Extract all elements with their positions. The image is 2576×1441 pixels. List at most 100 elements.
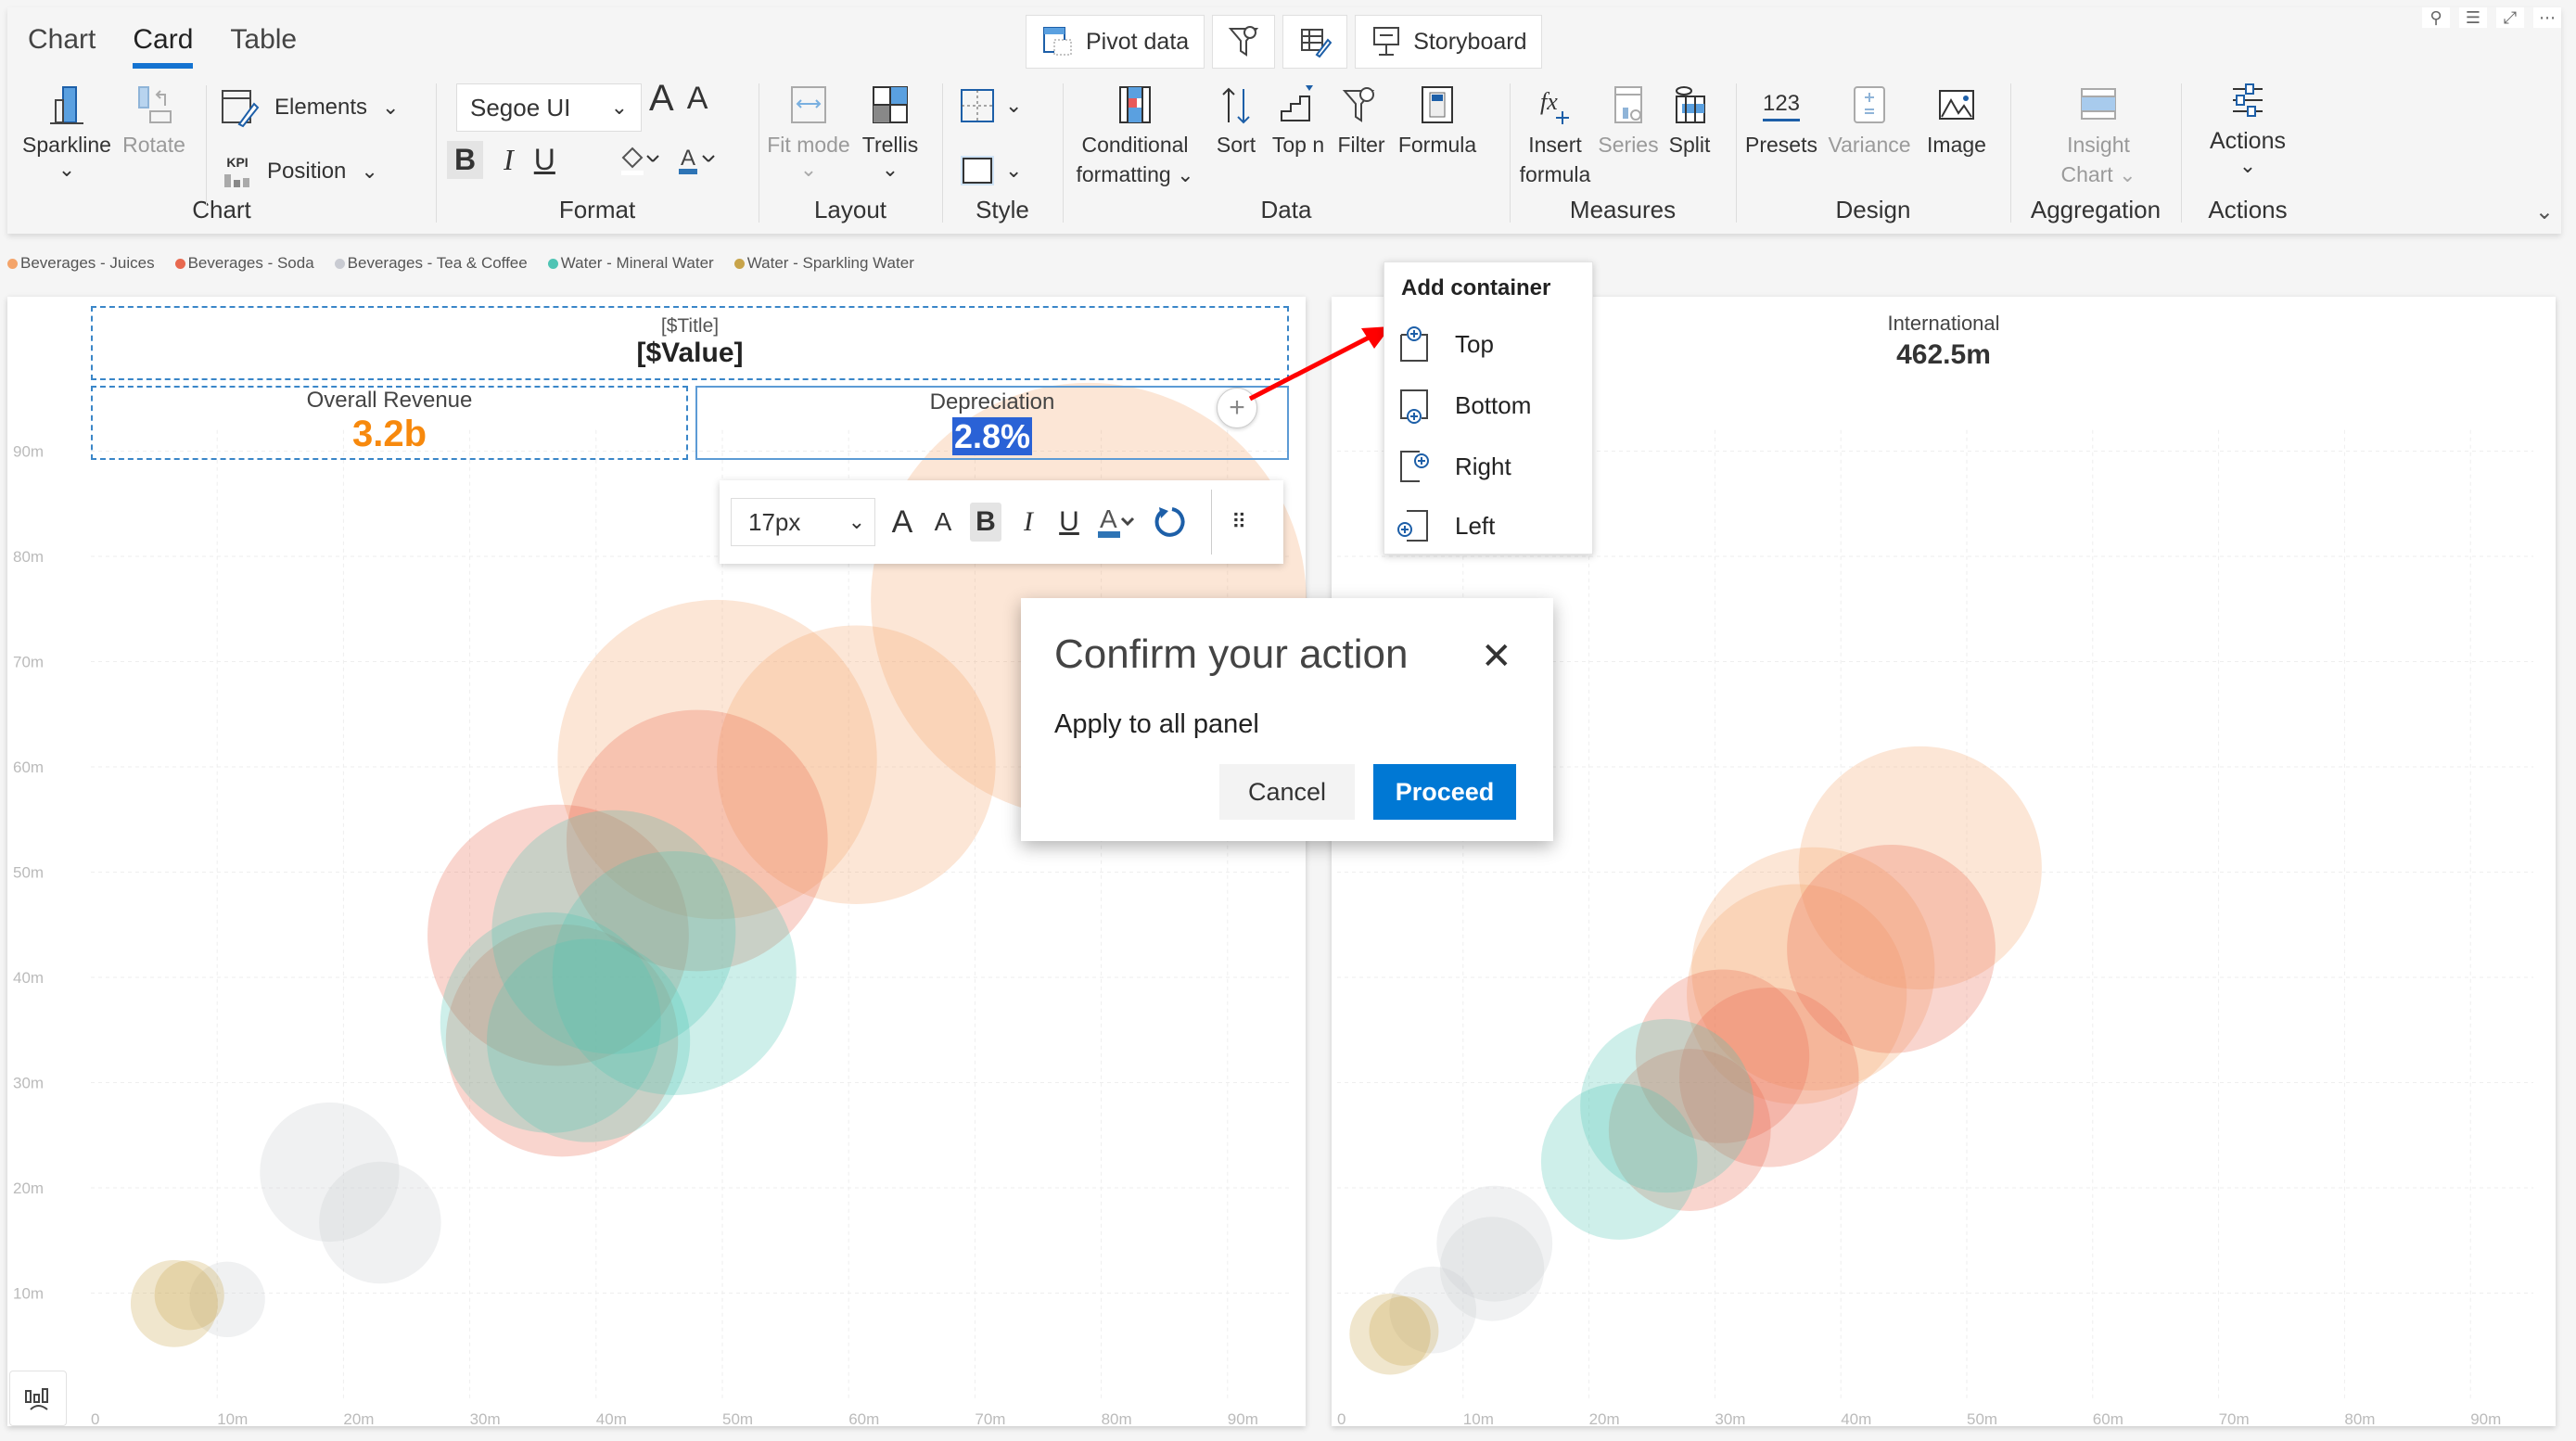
legend-item[interactable]: Water - Mineral Water [547, 254, 714, 273]
font-color-button[interactable]: A [677, 145, 720, 183]
legend-item[interactable]: Beverages - Juices [7, 254, 155, 273]
y-tick-label: 60m [13, 759, 44, 776]
add-right-icon [1400, 451, 1429, 482]
card-header-container[interactable]: [$Title] [$Value] [91, 306, 1289, 380]
split-label: Split [1668, 133, 1711, 157]
storyboard-button[interactable]: Storyboard [1355, 15, 1543, 69]
split-button[interactable]: Split [1660, 83, 1719, 159]
pin-icon[interactable]: ⚲ [2422, 7, 2450, 28]
left-chart-panel[interactable]: 0 10m 20m 30m 40m 50m 60m 70m 80m 90m 10m 20m 30m 40m… [7, 297, 1307, 1428]
menu-item-left[interactable]: Left [1396, 500, 1581, 552]
grow-font-button[interactable]: A [649, 78, 674, 120]
image-label: Image [1927, 133, 1986, 157]
legend-item[interactable]: Water - Sparkling Water [733, 254, 914, 273]
bubble-water-sparkling-water[interactable] [154, 1260, 224, 1331]
legend-label: Beverages - Tea & Coffee [347, 254, 528, 272]
tab-chart[interactable]: Chart [28, 24, 96, 65]
bubble-water-sparkling-water[interactable] [1369, 1295, 1439, 1366]
grow-font-button[interactable]: A [888, 503, 916, 542]
pivot-data-button[interactable]: Pivot data [1026, 15, 1205, 69]
ribbon-group-data: Conditional formatting ⌄ Sort Top n Filt… [1063, 80, 1510, 234]
drag-handle-icon[interactable]: ⠿ [1225, 503, 1253, 542]
trellis-button[interactable]: Trellis ⌄ [855, 83, 925, 180]
top-n-label: Top n [1271, 133, 1325, 157]
series-button[interactable]: Series [1598, 83, 1659, 159]
cancel-button[interactable]: Cancel [1219, 764, 1355, 820]
kpi-title: Depreciation [929, 389, 1055, 414]
conditional-formatting-button[interactable]: Conditional formatting ⌄ [1063, 83, 1207, 189]
actions-button[interactable]: Actions ⌄ [2190, 80, 2305, 176]
image-button[interactable]: Image [1918, 83, 1996, 159]
menu-item-label: Bottom [1455, 390, 1532, 419]
legend-dot [334, 258, 345, 269]
bold-button[interactable]: B [447, 141, 484, 179]
shrink-font-button[interactable]: A [929, 503, 957, 542]
storyboard-label: Storyboard [1413, 28, 1527, 55]
insight-chart-button[interactable]: Insight Chart ⌄ [2029, 83, 2168, 189]
insert-formula-button[interactable]: fx Insert formula [1515, 83, 1595, 189]
italic-button[interactable]: I [504, 143, 514, 177]
x-tick-label: 10m [1463, 1410, 1494, 1428]
tab-card[interactable]: Card [133, 24, 194, 69]
trellis-icon [873, 86, 908, 123]
font-color-icon: A [679, 146, 715, 174]
variance-button[interactable]: Variance [1825, 83, 1914, 159]
sort-label: Sort [1216, 133, 1256, 157]
underline-button[interactable]: U [534, 143, 555, 177]
chevron-down-icon: ⌄ [382, 96, 400, 119]
fill-color-button[interactable] [619, 145, 662, 183]
menu-item-top[interactable]: Top [1396, 318, 1581, 370]
font-color-button[interactable]: A [1096, 503, 1139, 542]
kpi-container-depreciation[interactable]: Depreciation 2.8% [695, 386, 1289, 460]
insight-label-1: Insight [2067, 133, 2130, 157]
formula-button[interactable]: Formula [1391, 83, 1484, 159]
border-style-button[interactable]: ⌄ [959, 87, 1022, 124]
kpi-container-overall-revenue[interactable]: Overall Revenue 3.2b [91, 386, 688, 460]
legend-item[interactable]: Beverages - Soda [174, 254, 314, 273]
data-filter-button[interactable] [1212, 15, 1276, 69]
menu-item-label: Right [1455, 452, 1511, 480]
insight-chart-icon [2081, 88, 2116, 120]
sort-button[interactable]: Sort [1211, 83, 1261, 159]
split-icon [1676, 86, 1705, 123]
more-options-icon[interactable]: ⋯ [2533, 7, 2561, 28]
bold-button[interactable]: B [970, 503, 1001, 542]
elements-button[interactable]: Elements ⌄ [219, 87, 399, 128]
rotate-button[interactable]: Rotate [117, 83, 191, 159]
filter-lines-icon[interactable]: ☰ [2459, 7, 2487, 28]
underline-button[interactable]: U [1055, 503, 1083, 542]
legend-item[interactable]: Beverages - Tea & Coffee [334, 254, 528, 273]
edit-table-button[interactable] [1282, 15, 1348, 69]
expand-icon[interactable]: ⤢ [2496, 7, 2524, 28]
reset-format-button[interactable] [1152, 503, 1189, 542]
x-tick-label: 20m [343, 1410, 374, 1428]
kpi-value-selected[interactable]: 2.8% [951, 417, 1033, 455]
sparkline-button[interactable]: Sparkline ⌄ [20, 83, 113, 180]
dialog-message: Apply to all panel [1054, 709, 1259, 739]
bubble-water-mineral-water[interactable] [1540, 1083, 1698, 1240]
menu-item-bottom[interactable]: Bottom [1396, 379, 1581, 431]
font-family-select[interactable]: Segoe UI ⌄ [456, 83, 642, 132]
menu-item-right[interactable]: Right [1396, 440, 1581, 492]
variance-label: Variance [1828, 133, 1911, 157]
shrink-font-button[interactable]: A [687, 81, 708, 117]
confirm-dialog: Confirm your action ✕ Apply to all panel… [1021, 598, 1553, 841]
chart-settings-button[interactable] [9, 1371, 67, 1426]
fit-mode-button[interactable]: Fit mode ⌄ [764, 83, 853, 180]
top-n-button[interactable]: Top n [1267, 83, 1330, 159]
bubble-water-mineral-water[interactable] [487, 938, 691, 1142]
presets-button[interactable]: 123 Presets [1741, 83, 1821, 159]
collapse-ribbon-button[interactable]: ⌄ [2535, 198, 2554, 225]
proceed-button[interactable]: Proceed [1373, 764, 1516, 820]
chevron-down-icon: ⌄ [1005, 94, 1023, 117]
filter-button[interactable]: Filter [1333, 83, 1389, 159]
bubble-beverages-tea-coffee[interactable] [319, 1161, 441, 1284]
italic-button[interactable]: I [1014, 503, 1042, 542]
position-button[interactable]: KPI Position ⌄ [223, 156, 378, 187]
panel-style-button[interactable]: ⌄ [959, 152, 1022, 189]
tab-table[interactable]: Table [230, 24, 297, 65]
font-size-select[interactable]: 17px ⌄ [731, 498, 875, 546]
legend-dot [733, 258, 745, 269]
card-title-placeholder: [$Title] [660, 315, 720, 337]
close-icon[interactable]: ✕ [1481, 635, 1512, 678]
